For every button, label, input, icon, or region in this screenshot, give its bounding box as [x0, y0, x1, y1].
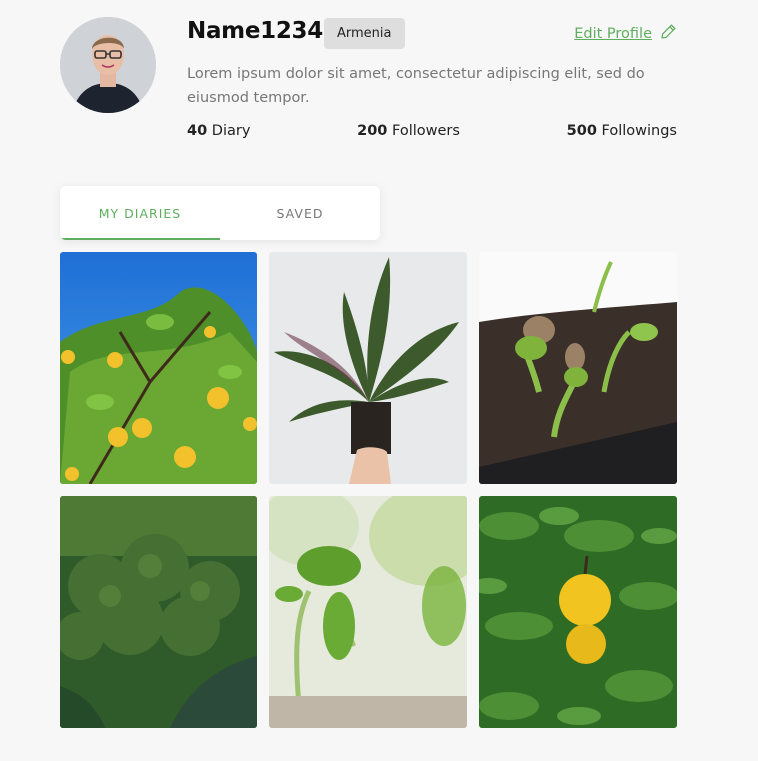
tab-my-diaries[interactable]: MY DIARIES: [60, 186, 220, 240]
diary-card-broccoli[interactable]: [60, 496, 257, 728]
edit-profile-label: Edit Profile: [574, 25, 652, 42]
diary-grid: [60, 252, 677, 728]
stat-followers-label: Followers: [392, 123, 460, 139]
stat-followings-count: 500: [566, 123, 597, 139]
country-badge: Armenia: [324, 18, 405, 49]
stat-diary[interactable]: 40 Diary: [187, 123, 250, 139]
stat-followers[interactable]: 200 Followers: [357, 123, 460, 139]
diary-card-calathea[interactable]: [269, 252, 467, 484]
stat-diary-label: Diary: [211, 123, 251, 139]
tab-saved[interactable]: SAVED: [220, 186, 380, 240]
pencil-icon: [660, 23, 677, 44]
stat-diary-count: 40: [187, 123, 208, 139]
stat-followings[interactable]: 500 Followings: [567, 123, 677, 139]
diary-card-sprouts[interactable]: [479, 252, 677, 484]
profile-avatar: [60, 17, 156, 113]
profile-username: Name1234: [187, 18, 323, 44]
profile-bio: Lorem ipsum dolor sit amet, consectetur …: [187, 66, 645, 106]
diary-card-seedlings[interactable]: [269, 496, 467, 728]
stat-followers-count: 200: [357, 123, 388, 139]
diary-card-lemon-tree[interactable]: [60, 252, 257, 484]
profile-stats: 40 Diary 200 Followers 500 Followings: [187, 123, 677, 139]
stat-followings-label: Followings: [601, 123, 677, 139]
diary-card-lemons[interactable]: [479, 496, 677, 728]
edit-profile-link[interactable]: Edit Profile: [574, 23, 677, 44]
profile-tabs: MY DIARIES SAVED: [60, 186, 380, 240]
